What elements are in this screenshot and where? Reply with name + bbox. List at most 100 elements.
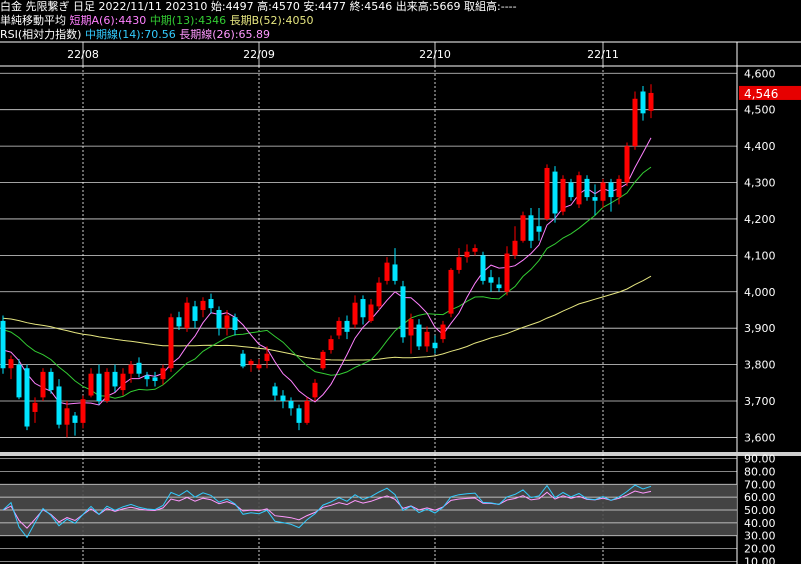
candle-body — [496, 284, 502, 289]
candle-body — [600, 182, 606, 201]
rsi-tick-label: 80.00 — [744, 465, 776, 478]
price-tick-label: 3,800 — [744, 359, 776, 372]
rsi-tick-label: 60.00 — [744, 491, 776, 504]
price-tick-label: 4,600 — [744, 67, 776, 80]
candle-body — [448, 269, 454, 314]
candle-body — [256, 364, 262, 369]
candle-body — [192, 306, 198, 321]
y-axis-labels: 3,600 3,700 3,800 3,900 4,000 4,100 4,200 4,300… — [744, 67, 776, 564]
candle-body — [48, 371, 54, 391]
candle-body — [96, 373, 102, 402]
candle-body — [232, 317, 238, 331]
price-chart[interactable]: 22/08 22/09 22/10 22/11 3,600 3,700 3,800 3,90… — [0, 0, 801, 564]
candle-body — [632, 98, 638, 147]
candle-body — [440, 324, 446, 340]
candle-body — [112, 371, 118, 387]
candle-body — [184, 302, 190, 329]
candle-body — [400, 286, 406, 338]
candle-body — [368, 304, 374, 321]
candle-body — [328, 339, 334, 351]
candle-body — [592, 197, 598, 201]
rsi-tick-label: 40.00 — [744, 517, 776, 530]
candle-body — [536, 226, 542, 232]
rsi-tick-label: 90.00 — [744, 453, 776, 466]
candle-body — [296, 408, 302, 423]
candle-body — [480, 255, 486, 281]
candle-body — [72, 415, 78, 423]
rsi-tick-label: 70.00 — [744, 478, 776, 491]
pane-separator — [0, 452, 801, 456]
candle-body — [216, 309, 222, 329]
last-price-label: 4,546 — [744, 87, 778, 101]
candle-body — [200, 300, 206, 310]
candle-body — [144, 375, 150, 380]
candle-body — [376, 282, 382, 307]
ma-long-series — [2, 275, 652, 361]
candle-body — [16, 364, 22, 398]
price-tick-label: 4,000 — [744, 286, 776, 299]
candle-body — [648, 92, 654, 111]
date-tick-label: 22/10 — [419, 48, 451, 61]
candle-body — [504, 253, 510, 292]
candle-body — [176, 317, 182, 327]
price-tick-label: 4,100 — [744, 249, 776, 262]
candle-body — [488, 277, 494, 283]
candle-body — [104, 371, 110, 402]
candle-body — [560, 178, 566, 212]
candle-body — [552, 171, 558, 214]
candle-body — [248, 360, 254, 365]
candle-body — [584, 178, 590, 198]
candle-body — [32, 402, 38, 412]
price-tick-label: 4,300 — [744, 177, 776, 190]
candle-body — [64, 408, 70, 425]
price-tick-label: 3,700 — [744, 395, 776, 408]
rsi-tick-label: 20.00 — [744, 543, 776, 556]
price-tick-label: 3,600 — [744, 431, 776, 444]
candle-body — [280, 395, 286, 402]
candle-body — [312, 382, 318, 398]
date-tick-label: 22/11 — [587, 48, 619, 61]
candle-body — [0, 320, 6, 369]
candle-body — [208, 299, 214, 309]
rsi-tick-label: 30.00 — [744, 530, 776, 543]
candle-body — [544, 167, 550, 219]
price-tick-label: 4,500 — [744, 104, 776, 117]
date-tick-label: 22/08 — [67, 48, 99, 61]
candle-body — [456, 257, 462, 270]
candle-body — [352, 302, 358, 325]
candle-body — [224, 315, 230, 329]
rsi-tick-label: 50.00 — [744, 504, 776, 517]
candle-body — [512, 240, 518, 256]
candle-body — [136, 362, 142, 374]
candle-body — [432, 342, 438, 349]
candle-body — [624, 146, 630, 183]
candle-body — [424, 331, 430, 347]
candle-body — [120, 373, 126, 391]
candle-body — [568, 182, 574, 198]
candle-body — [336, 320, 342, 336]
candle-body — [8, 359, 14, 369]
candle-body — [616, 178, 622, 198]
x-axis-labels: 22/08 22/09 22/10 22/11 — [67, 48, 619, 61]
candle-body — [80, 399, 86, 423]
candle-body — [304, 401, 310, 423]
candle-body — [640, 91, 646, 114]
candle-body — [288, 401, 294, 409]
candle-body — [24, 368, 30, 427]
candle-body — [344, 320, 350, 332]
last-price-marker: 4,546 — [739, 85, 801, 101]
candle-body — [608, 182, 614, 198]
candle-body — [160, 368, 166, 380]
candle-body — [384, 262, 390, 281]
candle-body — [416, 324, 422, 347]
price-tick-label: 4,400 — [744, 140, 776, 153]
candle-body — [408, 319, 414, 336]
candle-body — [168, 317, 174, 369]
candle-body — [88, 373, 94, 396]
price-tick-label: 3,900 — [744, 322, 776, 335]
candle-body — [392, 264, 398, 281]
ma-long-line — [2, 275, 652, 361]
candle-body — [40, 371, 46, 398]
candle-body — [272, 386, 278, 396]
candle-body — [576, 175, 582, 205]
